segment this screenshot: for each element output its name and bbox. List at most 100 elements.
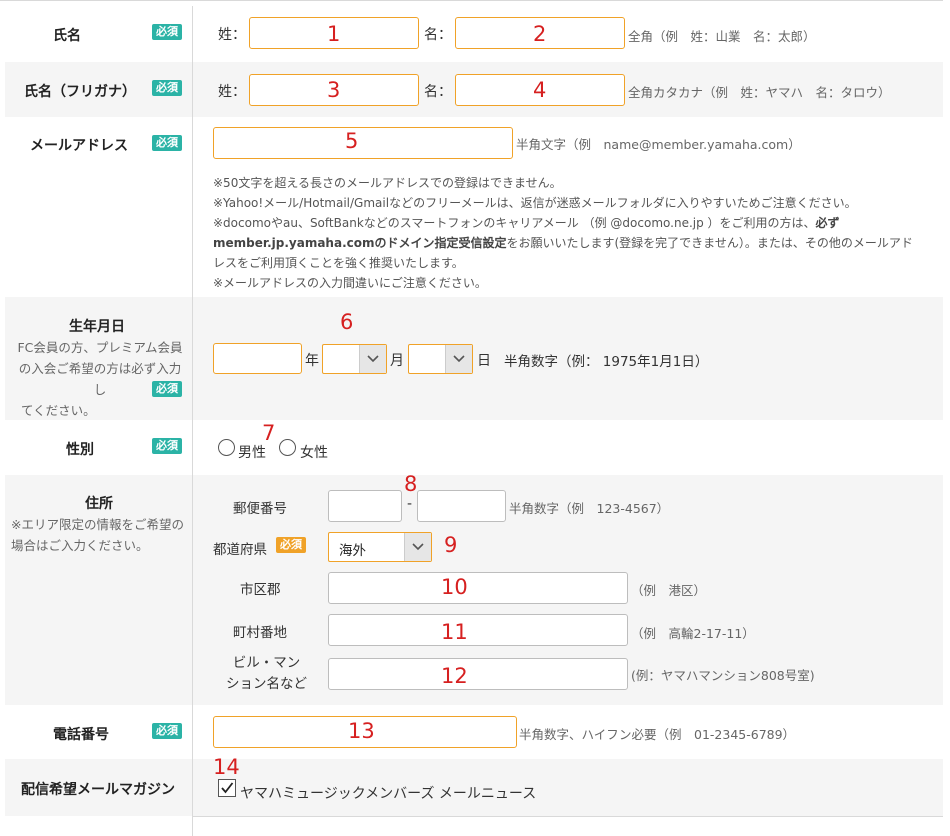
birth-month-select[interactable] — [322, 344, 387, 374]
input-cell: 姓： 3 名： 4 全角カタカナ（例 姓：ヤマハ 名：タロウ） — [193, 62, 943, 117]
city-label: 市区郡 — [240, 582, 281, 598]
field-label-gender: 性別 — [66, 442, 94, 458]
gender-female-radio[interactable] — [279, 439, 296, 456]
note-line: てください。 — [21, 403, 96, 418]
postal-label: 郵便番号 — [233, 501, 287, 517]
gender-male-label[interactable]: 男性 — [238, 442, 266, 462]
row-name: 氏名 必須 姓： 1 名： 2 全角（例 姓：山業 名：太郎） — [5, 6, 943, 63]
birthdate-hint: 半角数字（例： 1975年1月1日） — [504, 354, 709, 370]
field-label-address: 住所 — [85, 496, 113, 512]
row-kana: 氏名（フリガナ） 必須 姓： 3 名： 4 全角カタカナ（例 姓：ヤマハ 名：タ… — [5, 62, 943, 118]
input-cell: 7 男性 女性 — [193, 420, 943, 475]
email-note: member.jp.yamaha.comのドメイン指定受信設定をお願いいたします… — [213, 233, 933, 253]
magazine-option-label[interactable]: ヤマハミュージックメンバーズ メールニュース — [240, 783, 536, 803]
email-note: ※50文字を超える長さのメールアドレスでの登録はできません。 — [213, 176, 562, 190]
building-hint: (例：ヤマハマンション808号室) — [631, 668, 815, 683]
email-note-text: をお願いいたします(登録を完了できません）。または、その他のメールアド — [506, 236, 913, 250]
required-badge: 必須 — [276, 537, 306, 553]
label-cell: 生年月日 FC会員の方、プレミアム会員 の入会ご希望の方は必ず入力し てください… — [5, 297, 193, 420]
required-badge: 必須 — [152, 24, 182, 40]
chevron-down-icon — [445, 345, 472, 373]
label-cell: 住所 ※エリア限定の情報をご希望の 場合はご入力ください。 — [5, 475, 193, 705]
annotation-number: 10 — [441, 575, 468, 599]
email-note: ※docomoやau、SoftBankなどのスマートフォンのキャリアメール （例… — [213, 213, 933, 233]
field-label-birthdate: 生年月日 — [69, 319, 125, 335]
label-cell: メールアドレス 必須 — [5, 117, 193, 297]
field-label-email: メールアドレス — [30, 138, 128, 154]
required-badge: 必須 — [152, 381, 182, 397]
birth-day-select[interactable] — [408, 344, 473, 374]
note-line: 場合はご入力ください。 — [11, 538, 149, 553]
gender-female-label[interactable]: 女性 — [300, 442, 328, 462]
input-cell: 5 半角文字（例 name@member.yamaha.com） ※50文字を超… — [193, 117, 943, 297]
row-next — [5, 816, 943, 836]
mei-label: 名： — [424, 27, 452, 43]
email-note-bold: member.jp.yamaha.comのドメイン指定受信設定 — [213, 236, 507, 250]
birthdate-note: FC会員の方、プレミアム会員 の入会ご希望の方は必ず入力し てください。 — [15, 337, 185, 421]
street-input[interactable] — [328, 614, 628, 646]
magazine-checkbox[interactable] — [218, 779, 236, 797]
phone-hint: 半角数字、ハイフン必要（例 01-2345-6789） — [519, 727, 796, 742]
email-note: レスをご利用頂くことを強く推奨いたします。 — [213, 256, 464, 270]
street-label: 町村番地 — [233, 625, 287, 641]
input-cell: 6 年 月 日 半角数字（例： 1975年1月1日） — [193, 297, 943, 420]
row-email: メールアドレス 必須 5 半角文字（例 name@member.yamaha.c… — [5, 117, 943, 298]
email-note-text: ※docomoやau、SoftBankなどのスマートフォンのキャリアメール （例… — [213, 216, 816, 230]
annotation-number: 6 — [340, 310, 354, 334]
label-cell: 配信希望メールマガジン — [5, 759, 193, 816]
postal-separator: - — [407, 496, 413, 512]
required-badge: 必須 — [152, 135, 182, 151]
annotation-number: 1 — [327, 22, 341, 46]
mei-label: 名： — [424, 84, 452, 100]
prefecture-select[interactable]: 海外 — [328, 532, 432, 562]
label-cell: 電話番号 必須 — [5, 705, 193, 759]
checkmark-icon — [221, 782, 234, 794]
annotation-number: 4 — [533, 78, 547, 102]
building-label-line: ション名など — [226, 676, 307, 692]
row-magazine: 配信希望メールマガジン 14 ヤマハミュージックメンバーズ メールニュース — [5, 755, 943, 817]
annotation-number: 14 — [213, 755, 240, 779]
annotation-number: 11 — [441, 620, 468, 644]
postal-code-second-input[interactable] — [417, 490, 506, 522]
input-cell: 13 半角数字、ハイフン必要（例 01-2345-6789） — [193, 705, 943, 759]
birth-year-input[interactable] — [213, 343, 302, 374]
annotation-number: 9 — [444, 533, 458, 557]
city-hint: （例 港区） — [631, 583, 707, 598]
field-label-name: 氏名 — [53, 28, 81, 44]
month-label: 月 — [390, 353, 404, 369]
prefecture-value: 海外 — [339, 543, 366, 559]
email-note: ※Yahoo!メール/Hotmail/Gmailなどのフリーメールは、返信が迷惑… — [213, 196, 857, 210]
registration-form: 氏名 必須 姓： 1 名： 2 全角（例 姓：山業 名：太郎） 氏名（フリガナ）… — [0, 0, 943, 836]
required-badge: 必須 — [152, 438, 182, 454]
label-cell: 氏名 必須 — [5, 6, 193, 62]
building-label-line: ビル・マン — [232, 655, 301, 671]
chevron-down-icon — [359, 345, 386, 373]
required-badge: 必須 — [152, 80, 182, 96]
input-cell: 14 ヤマハミュージックメンバーズ メールニュース — [193, 755, 943, 816]
postal-code-first-input[interactable] — [328, 490, 402, 522]
annotation-number: 8 — [404, 472, 418, 496]
name-hint: 全角（例 姓：山業 名：太郎） — [628, 29, 816, 44]
row-gender: 性別 必須 7 男性 女性 — [5, 420, 943, 476]
postal-hint: 半角数字（例 123-4567） — [509, 501, 670, 516]
email-notes: ※50文字を超える長さのメールアドレスでの登録はできません。 ※Yahoo!メー… — [213, 173, 933, 293]
day-label: 日 — [477, 353, 491, 369]
year-label: 年 — [305, 353, 319, 369]
address-note: ※エリア限定の情報をご希望の 場合はご入力ください。 — [11, 514, 191, 556]
building-input[interactable] — [328, 658, 628, 690]
annotation-number: 13 — [348, 719, 375, 743]
row-address: 住所 ※エリア限定の情報をご希望の 場合はご入力ください。 郵便番号 8 - 半… — [5, 472, 943, 706]
chevron-down-icon — [404, 533, 431, 561]
row-phone: 電話番号 必須 13 半角数字、ハイフン必要（例 01-2345-6789） — [5, 705, 943, 760]
gender-male-radio[interactable] — [218, 439, 235, 456]
sei-label: 姓： — [218, 27, 246, 43]
prefecture-label: 都道府県 — [213, 542, 267, 558]
note-line: ※エリア限定の情報をご希望の — [11, 517, 184, 532]
email-input[interactable] — [213, 127, 513, 159]
city-input[interactable] — [328, 572, 628, 604]
email-hint: 半角文字（例 name@member.yamaha.com） — [516, 137, 801, 152]
annotation-number: 2 — [533, 22, 547, 46]
street-hint: （例 高輪2-17-11） — [631, 626, 755, 641]
kana-hint: 全角カタカナ（例 姓：ヤマハ 名：タロウ） — [628, 85, 891, 100]
email-note-bold: 必ず — [815, 216, 840, 230]
